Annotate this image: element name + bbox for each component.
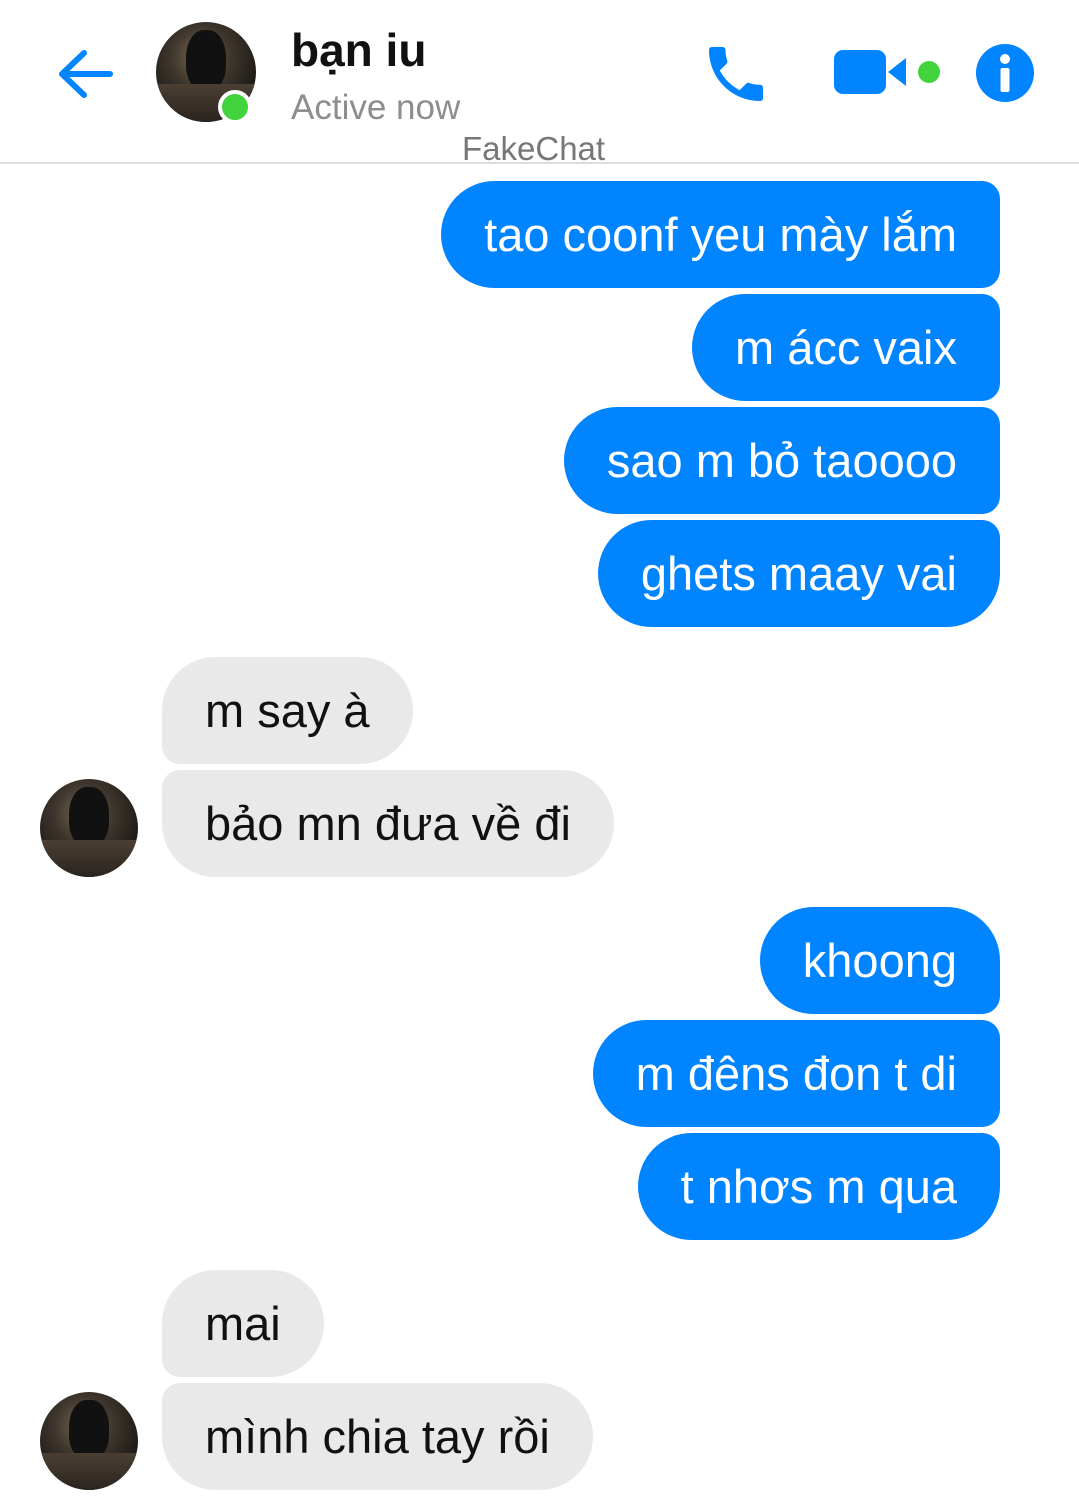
incoming-message[interactable]: m say à [162, 657, 413, 764]
outgoing-message[interactable]: tao coonf yeu mày lắm [441, 181, 1000, 288]
incoming-message[interactable]: mai [162, 1270, 324, 1377]
contact-name[interactable]: bạn iu [291, 24, 426, 76]
outgoing-message[interactable]: m đêns đon t di [592, 1020, 1000, 1127]
watermark-label: FakeChat [462, 130, 606, 167]
outgoing-message[interactable]: ghets maay vai [597, 520, 1000, 627]
online-status-dot [218, 90, 252, 124]
chat-header: bạn iu Active now FakeChat [0, 0, 1079, 167]
sender-avatar[interactable] [40, 779, 138, 877]
phone-icon [709, 47, 763, 101]
voice-call-button[interactable] [700, 38, 772, 110]
sender-avatar[interactable] [40, 1392, 138, 1490]
outgoing-message[interactable]: t nhơs m qua [637, 1133, 1000, 1240]
incoming-message[interactable]: bảo mn đưa về đi [162, 770, 614, 877]
video-camera-icon [834, 50, 940, 94]
outgoing-message[interactable]: khoong [759, 907, 1000, 1014]
info-button[interactable] [974, 42, 1036, 104]
info-icon [976, 44, 1034, 102]
arrow-left-icon [59, 50, 113, 98]
incoming-message[interactable]: mình chia tay rồi [162, 1383, 593, 1490]
outgoing-message[interactable]: sao m bỏ taoooo [563, 407, 1000, 514]
outgoing-message[interactable]: m ácc vaix [692, 294, 1000, 401]
back-button[interactable] [52, 40, 120, 108]
video-call-button[interactable] [832, 44, 944, 100]
active-status: Active now [291, 88, 461, 127]
